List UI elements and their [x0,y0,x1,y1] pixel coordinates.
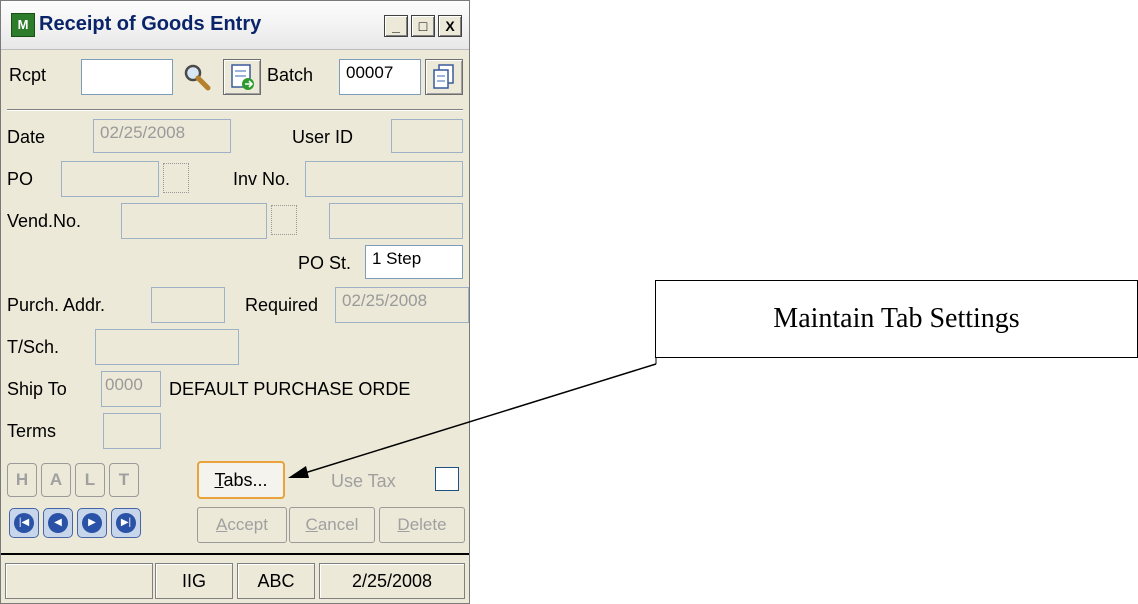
callout-arrow [288,358,657,478]
